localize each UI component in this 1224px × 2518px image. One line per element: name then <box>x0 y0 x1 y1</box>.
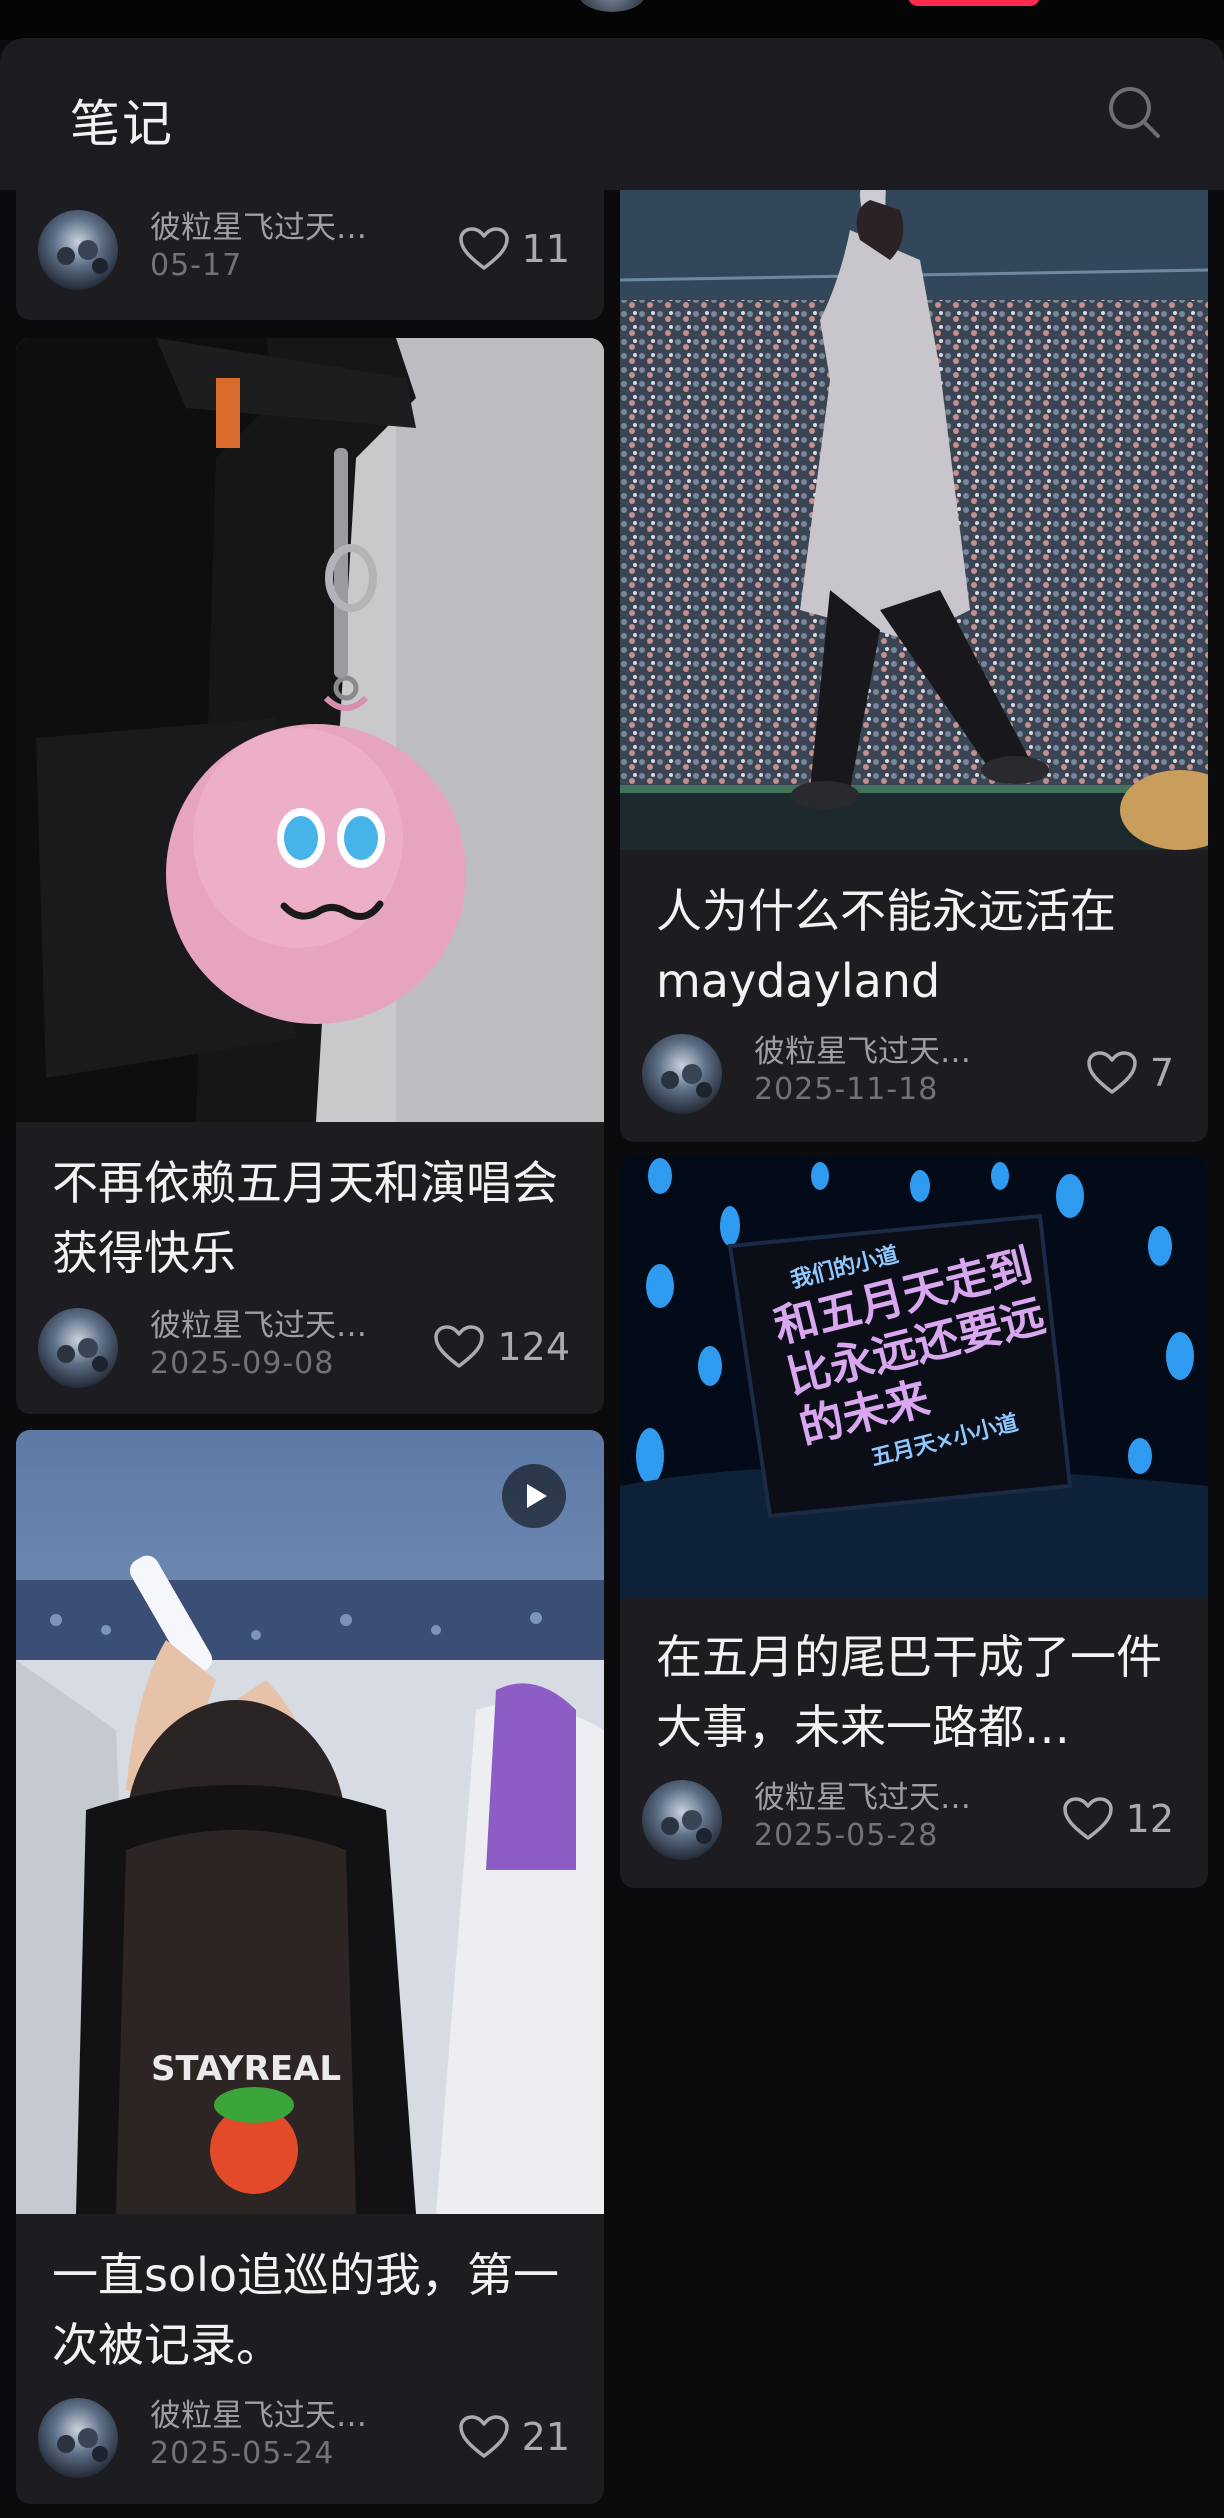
page-title: 笔记 <box>70 95 174 153</box>
like-count: 21 <box>521 2415 570 2459</box>
note-title[interactable]: 人为什么不能永远活在maydayland <box>656 876 1178 1016</box>
post-date: 2025-09-08 <box>150 1346 335 1381</box>
post-date: 2025-11-18 <box>754 1072 939 1107</box>
like-button[interactable]: 12 <box>1062 1794 1174 1844</box>
note-card[interactable]: 不再依赖五月天和演唱会获得快乐 彼粒星飞过天… 2025-09-08 124 <box>16 338 604 1414</box>
author-name[interactable]: 彼粒星飞过天… <box>754 1772 971 1817</box>
like-button[interactable]: 11 <box>458 224 570 274</box>
profile-avatar[interactable] <box>578 0 646 12</box>
follow-button[interactable] <box>908 0 1040 6</box>
author-name[interactable]: 彼粒星飞过天… <box>150 202 367 247</box>
like-button[interactable]: 124 <box>433 1322 570 1372</box>
notes-header: 笔记 <box>0 38 1224 190</box>
play-icon[interactable] <box>502 1464 566 1528</box>
author-name[interactable]: 彼粒星飞过天… <box>754 1026 971 1071</box>
post-date: 2025-05-24 <box>150 2436 335 2471</box>
heart-icon <box>1062 1797 1113 1840</box>
heart-icon <box>434 1325 485 1368</box>
note-card[interactable]: 我们的小道 和五月天走到 比永远还要远 的未来 五月天×小小道 在五月的尾巴干成… <box>620 1156 1208 1888</box>
search-icon[interactable] <box>1106 84 1162 140</box>
shirt-text: STAYREAL <box>151 2049 341 2089</box>
author-avatar[interactable] <box>38 2398 118 2478</box>
heart-icon <box>458 227 509 270</box>
like-count: 7 <box>1149 1051 1174 1095</box>
note-title[interactable]: 一直solo追巡的我，第一次被记录。 <box>52 2240 574 2380</box>
note-cover-image <box>620 190 1208 850</box>
like-count: 12 <box>1125 1797 1174 1841</box>
notes-feed: 彼粒星飞过天… 05-17 11 不再依赖五月天和演唱会获得快乐 彼粒星飞过天…… <box>0 190 1224 2518</box>
heart-icon <box>458 2415 509 2458</box>
like-count: 11 <box>521 227 570 271</box>
note-card[interactable]: 彼粒星飞过天… 05-17 11 <box>16 190 604 320</box>
like-button[interactable]: 7 <box>1086 1048 1174 1098</box>
card-meta: 彼粒星飞过天… 05-17 11 <box>38 202 570 292</box>
author-avatar[interactable] <box>38 1308 118 1388</box>
like-count: 124 <box>497 1325 570 1369</box>
status-strip <box>0 0 1224 40</box>
note-card[interactable]: 人为什么不能永远活在maydayland 彼粒星飞过天… 2025-11-18 … <box>620 190 1208 1142</box>
note-cover-image: 我们的小道 和五月天走到 比永远还要远 的未来 五月天×小小道 <box>620 1156 1208 1598</box>
post-date: 05-17 <box>150 248 243 283</box>
author-avatar[interactable] <box>642 1034 722 1114</box>
author-avatar[interactable] <box>38 210 118 290</box>
card-meta: 彼粒星飞过天… 2025-09-08 124 <box>38 1300 570 1390</box>
author-name[interactable]: 彼粒星飞过天… <box>150 2390 367 2435</box>
author-avatar[interactable] <box>642 1780 722 1860</box>
card-meta: 彼粒星飞过天… 2025-11-18 7 <box>642 1026 1174 1116</box>
heart-icon <box>1087 1051 1137 1094</box>
author-name[interactable]: 彼粒星飞过天… <box>150 1300 367 1345</box>
note-cover-image <box>16 338 604 1122</box>
note-title[interactable]: 不再依赖五月天和演唱会获得快乐 <box>52 1148 574 1288</box>
card-meta: 彼粒星飞过天… 2025-05-24 21 <box>38 2390 570 2480</box>
like-button[interactable]: 21 <box>458 2412 570 2462</box>
card-meta: 彼粒星飞过天… 2025-05-28 12 <box>642 1772 1174 1862</box>
post-date: 2025-05-28 <box>754 1818 939 1853</box>
note-title[interactable]: 在五月的尾巴干成了一件大事，未来一路都… <box>656 1622 1178 1762</box>
note-cover-video: STAYREAL <box>16 1430 604 2214</box>
note-card[interactable]: STAYREAL 一直solo追巡的我，第一次被记录。 彼粒星飞过天… 2025… <box>16 1430 604 2504</box>
